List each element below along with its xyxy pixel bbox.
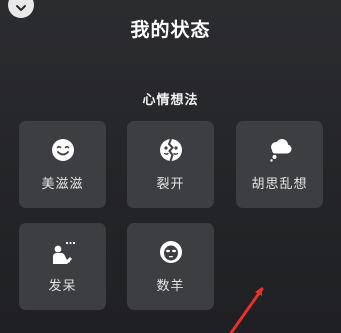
status-tile-husiluanxiang[interactable]: 胡思乱想 bbox=[236, 121, 323, 208]
sheep-icon bbox=[158, 239, 184, 265]
cracked-face-icon bbox=[158, 137, 184, 163]
status-tile-fadai[interactable]: 发呆 bbox=[19, 223, 106, 310]
status-tile-meizizi[interactable]: 美滋滋 bbox=[19, 121, 106, 208]
status-label: 发呆 bbox=[48, 279, 77, 294]
daydream-icon bbox=[50, 239, 76, 265]
section-title: 心情想法 bbox=[142, 93, 199, 108]
status-label: 美滋滋 bbox=[41, 177, 84, 192]
status-label: 裂开 bbox=[156, 177, 185, 192]
chevron-down-icon bbox=[14, 0, 28, 12]
page-title: 我的状态 bbox=[130, 19, 211, 41]
status-label: 胡思乱想 bbox=[251, 177, 308, 192]
smile-icon bbox=[50, 137, 76, 163]
status-tile-shuyang[interactable]: 数羊 bbox=[127, 223, 214, 310]
status-label: 数羊 bbox=[156, 279, 185, 294]
thought-cloud-icon bbox=[267, 137, 293, 163]
status-tile-liekai[interactable]: 裂开 bbox=[127, 121, 214, 208]
